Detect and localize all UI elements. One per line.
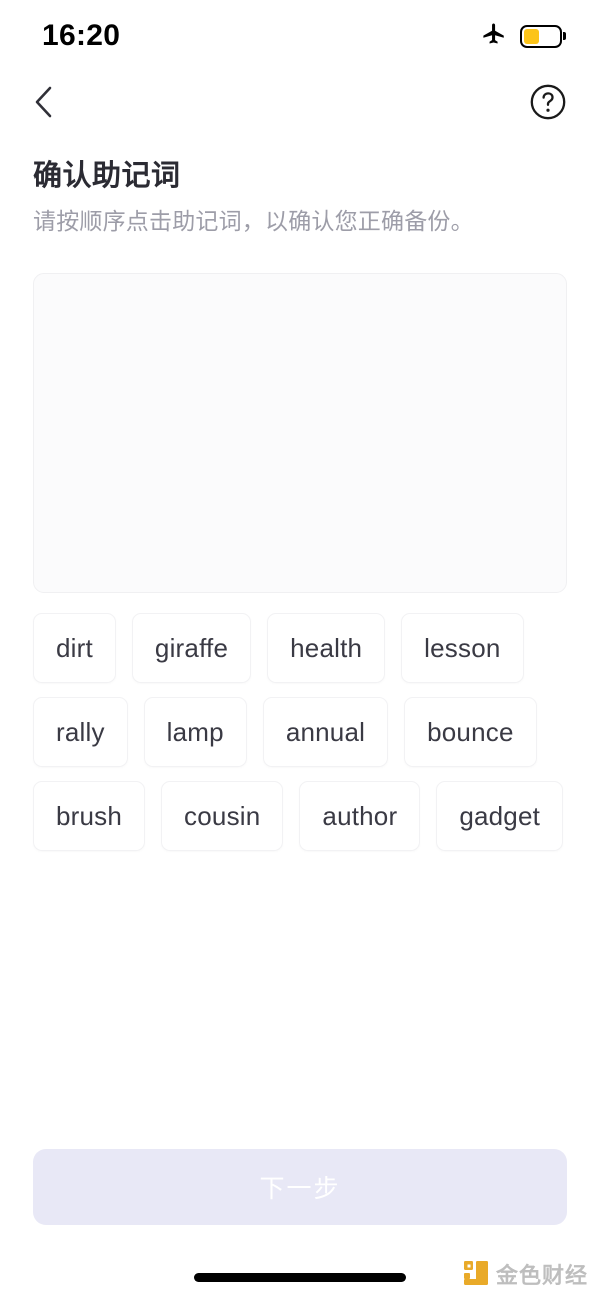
- word-chip[interactable]: lamp: [143, 697, 247, 768]
- word-chip[interactable]: rally: [33, 697, 128, 768]
- battery-cap: [563, 32, 566, 40]
- word-chip[interactable]: lesson: [401, 613, 524, 684]
- back-button[interactable]: [22, 82, 66, 126]
- airplane-mode-icon: [481, 21, 507, 52]
- footer: 下一步: [0, 1149, 600, 1255]
- status-bar-indicators: [481, 21, 566, 52]
- battery-body: [520, 24, 562, 48]
- help-button[interactable]: [526, 82, 570, 126]
- page-subtitle: 请按顺序点击助记词，以确认您正确备份。: [33, 208, 474, 235]
- home-indicator-bar[interactable]: [194, 1272, 406, 1282]
- nav-bar: [0, 72, 600, 136]
- word-chip[interactable]: dirt: [33, 613, 116, 684]
- status-bar-time: 16:20: [42, 19, 121, 52]
- battery-icon: [520, 24, 566, 48]
- heading-block: 确认助记词 请按顺序点击助记词，以确认您正确备份。: [0, 136, 600, 237]
- selected-words-area[interactable]: [33, 273, 567, 594]
- app-screen: 16:20 确认助记词 请按顺序点击助记词，以确认您正确备份。 dirt gir…: [0, 0, 600, 1299]
- page-title: 确认助记词: [33, 160, 181, 192]
- word-chip[interactable]: author: [299, 781, 421, 852]
- word-chip[interactable]: annual: [262, 697, 389, 768]
- battery-fill: [524, 28, 540, 44]
- word-chip[interactable]: gadget: [436, 781, 564, 852]
- word-chip[interactable]: health: [267, 613, 386, 684]
- watermark: 金色财经: [463, 1260, 588, 1291]
- watermark-brand-text: 金色财经: [495, 1262, 588, 1288]
- chevron-left-icon: [31, 85, 57, 124]
- word-pool: dirt giraffe health lesson rally lamp annual bo…: [33, 613, 567, 852]
- word-chip[interactable]: bounce: [404, 697, 537, 768]
- jinse-logo-icon: [463, 1260, 489, 1291]
- word-chip[interactable]: brush: [33, 781, 146, 852]
- word-chip[interactable]: giraffe: [131, 613, 252, 684]
- next-button[interactable]: 下一步: [33, 1149, 567, 1225]
- word-chip[interactable]: cousin: [161, 781, 284, 852]
- help-circle-icon: [529, 83, 567, 126]
- status-bar: 16:20: [0, 0, 600, 72]
